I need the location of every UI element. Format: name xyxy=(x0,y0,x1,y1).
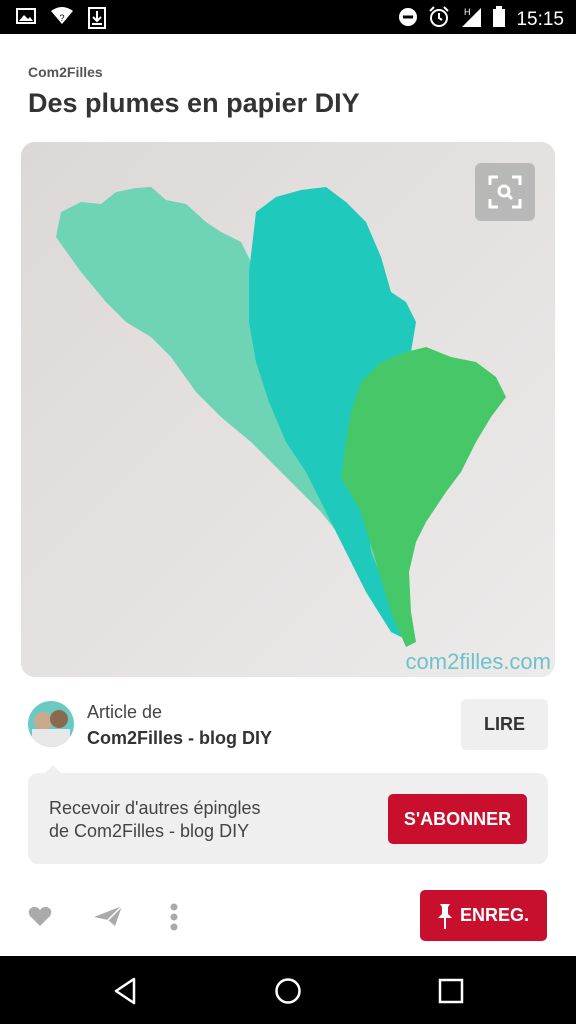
recents-icon[interactable] xyxy=(436,976,466,1006)
status-right-icons: H 15:15 xyxy=(398,6,564,33)
pin-detail-page: Com2Filles Des plumes en papier DIY com2… xyxy=(0,34,576,956)
visual-search-button[interactable] xyxy=(475,163,535,221)
clock: 15:15 xyxy=(516,8,564,30)
wifi-question-icon: ? xyxy=(50,7,74,34)
follow-text: Recevoir d'autres épingles de Com2Filles… xyxy=(49,797,261,843)
follow-button[interactable]: S'ABONNER xyxy=(388,794,527,844)
home-icon[interactable] xyxy=(273,976,303,1006)
more-options-icon[interactable] xyxy=(166,902,182,932)
status-bar: ? H 15:15 xyxy=(0,0,576,34)
download-icon xyxy=(88,7,106,34)
battery-icon xyxy=(492,6,506,33)
action-bar: ENREG. xyxy=(0,884,576,954)
send-icon[interactable] xyxy=(93,904,123,928)
save-button[interactable]: ENREG. xyxy=(420,890,547,941)
feathers-illustration xyxy=(21,142,555,677)
image-icon xyxy=(16,7,36,34)
pin-source[interactable]: Com2Filles xyxy=(28,64,103,80)
follow-callout: Recevoir d'autres épingles de Com2Filles… xyxy=(28,773,548,864)
follow-text-line1: Recevoir d'autres épingles xyxy=(49,798,261,818)
back-icon[interactable] xyxy=(110,976,140,1006)
image-watermark: com2filles.com xyxy=(405,649,551,674)
pin-title: Des plumes en papier DIY xyxy=(28,88,360,118)
svg-text:H: H xyxy=(464,7,471,17)
read-button[interactable]: LIRE xyxy=(461,699,548,750)
article-author[interactable]: Com2Filles - blog DIY xyxy=(87,728,272,749)
do-not-disturb-icon xyxy=(398,7,418,32)
follow-text-line2: de Com2Filles - blog DIY xyxy=(49,821,250,841)
save-button-label: ENREG. xyxy=(459,905,529,925)
svg-text:?: ? xyxy=(59,13,64,23)
status-left-icons: ? xyxy=(16,7,106,34)
heart-icon[interactable] xyxy=(28,904,52,928)
system-nav-bar xyxy=(0,956,576,1024)
signal-h-icon: H xyxy=(460,6,482,33)
article-prefix: Article de xyxy=(87,702,163,722)
visual-search-icon xyxy=(488,175,522,209)
pin-icon xyxy=(437,903,452,929)
alarm-icon xyxy=(428,6,450,33)
pin-image[interactable]: com2filles.com xyxy=(21,142,555,677)
author-avatar[interactable] xyxy=(28,701,74,747)
